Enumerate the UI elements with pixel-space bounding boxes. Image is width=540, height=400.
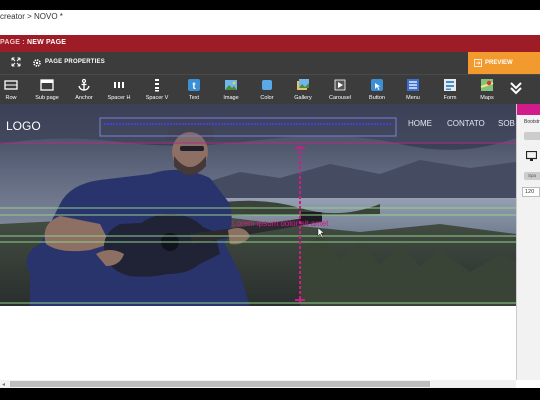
page-prefix: PAGE : (0, 39, 27, 46)
row-icon (4, 80, 18, 90)
preview-label: PREVIEW (485, 60, 513, 66)
gallery-icon (297, 79, 309, 90)
size-input[interactable]: 120 (522, 187, 540, 197)
chevron-double-down-icon[interactable] (508, 80, 524, 96)
anchor-icon (78, 78, 90, 91)
color-icon (262, 80, 272, 90)
spacer-h-icon (114, 82, 124, 88)
toolbar-item-label: Maps (480, 95, 494, 101)
top-letterbox (0, 0, 540, 10)
preview-icon (474, 59, 482, 67)
text-icon: t (188, 79, 200, 92)
component-toolbar: Row Sub page Anchor Spacer H Spacer Vt Text Im… (0, 74, 540, 104)
hero-headline[interactable]: Lorem ipsum dolor sit amet (232, 219, 328, 228)
image-icon (225, 80, 237, 90)
subpage-icon (40, 79, 54, 91)
nav-item-sobre[interactable]: SOB (498, 119, 515, 128)
visibility-toggle[interactable] (524, 132, 540, 140)
page-title: PAGE : NEW PAGE (0, 39, 66, 46)
form-icon (444, 79, 456, 91)
page-properties-button[interactable]: PAGE PROPERTIES (45, 59, 105, 65)
menu-icon (407, 79, 419, 91)
hero-image (0, 104, 516, 306)
gear-icon[interactable] (32, 58, 42, 68)
logo-text[interactable]: LOGO (6, 119, 41, 133)
toolbar-item-maps[interactable]: Maps (468, 75, 506, 105)
side-panel-header (517, 104, 540, 115)
hero-section[interactable]: LOGO HOME CONTATO SOB Lorem ipsum dolor … (0, 104, 516, 306)
nav-item-contato[interactable]: CONTATO (447, 119, 485, 128)
button-icon (371, 79, 383, 91)
spacing-label: Spa (528, 173, 537, 178)
title-bar: creator > NOVO * (0, 10, 540, 35)
preview-button[interactable]: PREVIEW (468, 52, 540, 74)
nav-item-home[interactable]: HOME (408, 119, 432, 128)
window-breadcrumb: creator > NOVO * (0, 12, 63, 21)
scroll-left-icon[interactable]: ◂ (2, 381, 5, 388)
page-canvas[interactable]: LOGO HOME CONTATO SOB Lorem ipsum dolor … (0, 104, 516, 380)
horizontal-scrollbar[interactable]: ◂ (0, 380, 516, 388)
properties-side-panel: Bootstr Spa 120 (516, 104, 540, 380)
properties-bar: PAGE PROPERTIES (0, 52, 540, 74)
expand-icon[interactable] (11, 57, 21, 67)
maps-icon (480, 79, 494, 91)
carousel-icon (334, 79, 346, 91)
bottom-letterbox (0, 388, 540, 400)
side-panel-title: Bootstr (524, 119, 540, 125)
monitor-icon[interactable] (526, 151, 537, 162)
page-name: NEW PAGE (26, 39, 67, 46)
spacer-v-icon (155, 79, 159, 92)
scrollbar-thumb[interactable] (10, 381, 430, 387)
editor-window: creator > NOVO * PAGE : NEW PAGE PAGE PR… (0, 0, 540, 400)
page-bar: PAGE : NEW PAGE (0, 35, 540, 52)
